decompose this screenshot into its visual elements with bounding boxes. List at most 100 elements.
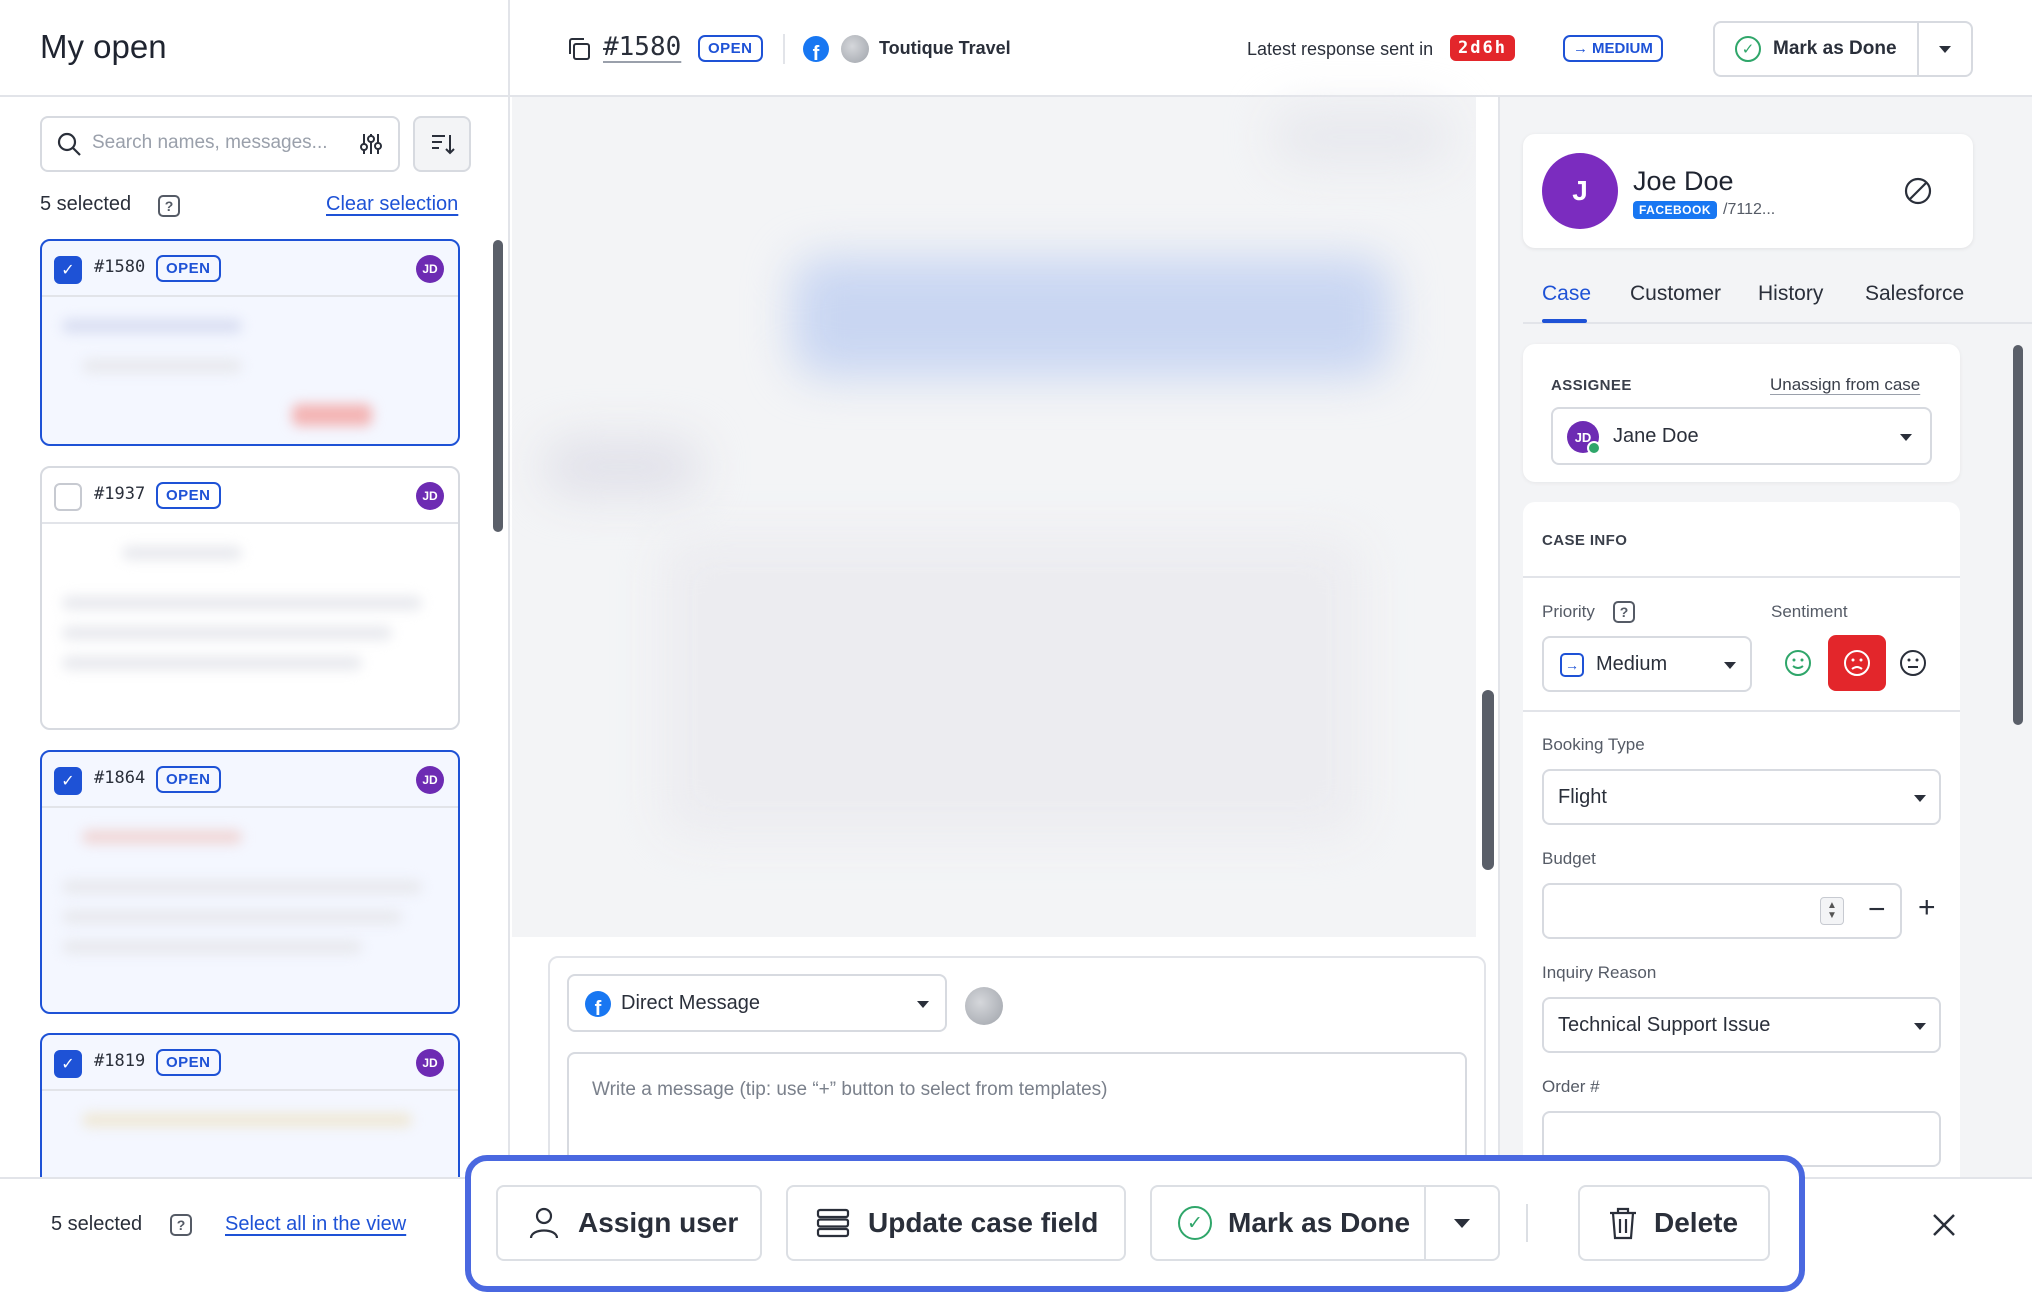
sentiment-positive-icon[interactable] bbox=[1783, 648, 1813, 683]
assign-user-label: Assign user bbox=[578, 1207, 739, 1238]
check-icon: ✓ bbox=[1735, 36, 1761, 62]
copy-icon[interactable] bbox=[566, 36, 592, 62]
section-divider bbox=[1523, 710, 1960, 712]
inquiry-reason-value: Technical Support Issue bbox=[1558, 1014, 1771, 1036]
case-checkbox[interactable]: ✓ bbox=[54, 256, 82, 284]
inquiry-reason-label: Inquiry Reason bbox=[1542, 963, 1657, 982]
selected-count: 5 selected bbox=[40, 193, 132, 215]
case-info-label: CASE INFO bbox=[1542, 532, 1628, 549]
inquiry-reason-select[interactable]: Technical Support Issue bbox=[1542, 997, 1941, 1053]
sort-button[interactable] bbox=[413, 116, 471, 172]
budget-input[interactable]: ▲ ▼ bbox=[1542, 883, 1902, 939]
sender-avatar[interactable] bbox=[965, 987, 1003, 1025]
booking-type-select[interactable]: Flight bbox=[1542, 769, 1941, 825]
tab-history[interactable]: History bbox=[1758, 282, 1823, 306]
priority-select[interactable]: → Medium bbox=[1542, 636, 1752, 692]
help-icon[interactable]: ? bbox=[158, 195, 180, 217]
search-placeholder: Search names, messages... bbox=[92, 132, 328, 153]
case-card[interactable]: ✓ #1580 OPEN JD bbox=[40, 239, 460, 446]
filter-icon[interactable] bbox=[358, 131, 384, 162]
priority-badge: → MEDIUM bbox=[1563, 35, 1663, 62]
latest-response-time: 2d6h bbox=[1450, 35, 1515, 61]
sentiment-label: Sentiment bbox=[1771, 602, 1848, 621]
case-card-status: OPEN bbox=[156, 255, 221, 282]
tab-salesforce[interactable]: Salesforce bbox=[1865, 282, 1964, 306]
priority-label: Priority bbox=[1542, 602, 1595, 621]
channel-select[interactable]: f Direct Message bbox=[567, 974, 947, 1032]
assignee-name: Jane Doe bbox=[1613, 425, 1699, 447]
assignee-avatar: JD bbox=[416, 766, 444, 794]
case-checkbox[interactable] bbox=[54, 483, 82, 511]
view-title: My open bbox=[40, 28, 167, 65]
clear-selection-link[interactable]: Clear selection bbox=[326, 193, 458, 216]
tab-case[interactable]: Case bbox=[1542, 282, 1591, 306]
header-divider-small bbox=[783, 34, 785, 64]
select-all-link[interactable]: Select all in the view bbox=[225, 1213, 406, 1236]
conversation-area bbox=[512, 97, 1478, 937]
message-bubble-blurred bbox=[792, 257, 1392, 377]
chevron-down-icon bbox=[1724, 662, 1736, 669]
bulk-mark-done-dropdown[interactable] bbox=[1426, 1187, 1498, 1259]
close-icon[interactable] bbox=[1930, 1211, 1958, 1244]
case-preview-blurred bbox=[42, 299, 458, 444]
case-id-link[interactable]: #1580 bbox=[603, 32, 681, 62]
case-preview-blurred bbox=[42, 526, 458, 728]
customer-source: FACEBOOK /7112... bbox=[1633, 201, 1775, 219]
chevron-down-icon bbox=[1939, 45, 1951, 53]
assign-user-button[interactable]: Assign user bbox=[496, 1185, 762, 1261]
update-case-field-button[interactable]: Update case field bbox=[786, 1185, 1126, 1261]
message-input[interactable] bbox=[567, 1052, 1467, 1172]
assignee-select[interactable]: JD Jane Doe bbox=[1551, 407, 1932, 465]
message-meta-blurred bbox=[1272, 107, 1452, 167]
budget-spinner[interactable]: ▲ ▼ bbox=[1820, 897, 1844, 925]
case-list-scrollbar[interactable] bbox=[493, 240, 503, 532]
help-icon[interactable]: ? bbox=[170, 1214, 192, 1236]
sentiment-negative-button[interactable] bbox=[1828, 635, 1886, 691]
decrement-button[interactable]: − bbox=[1868, 893, 1886, 927]
booking-type-label: Booking Type bbox=[1542, 735, 1645, 754]
tab-customer[interactable]: Customer bbox=[1630, 282, 1721, 306]
mark-done-dropdown[interactable] bbox=[1919, 23, 1971, 75]
help-icon[interactable]: ? bbox=[1613, 601, 1635, 623]
case-checkbox[interactable]: ✓ bbox=[54, 1050, 82, 1078]
priority-value: Medium bbox=[1596, 653, 1668, 675]
assignee-avatar: JD bbox=[416, 255, 444, 283]
customer-name: Joe Doe bbox=[1633, 166, 1734, 196]
unassign-link[interactable]: Unassign from case bbox=[1770, 375, 1920, 395]
bulk-mark-done-button[interactable]: ✓ Mark as Done bbox=[1152, 1187, 1424, 1259]
case-card[interactable]: ✓ #1864 OPEN JD bbox=[40, 750, 460, 1014]
chevron-down-icon bbox=[917, 1001, 929, 1008]
delete-button[interactable]: Delete bbox=[1578, 1185, 1770, 1261]
assignee-avatar: JD bbox=[416, 1049, 444, 1077]
sentiment-neutral-icon[interactable] bbox=[1898, 648, 1928, 683]
case-card-id: #1819 bbox=[94, 1051, 146, 1071]
booking-type-value: Flight bbox=[1558, 786, 1607, 808]
case-card-status: OPEN bbox=[156, 1049, 221, 1076]
priority-medium-icon: → bbox=[1560, 653, 1584, 677]
case-card-id: #1864 bbox=[94, 768, 146, 788]
block-icon[interactable] bbox=[1903, 176, 1933, 211]
details-scrollbar[interactable] bbox=[2013, 345, 2023, 725]
case-card[interactable]: ✓ #1819 OPEN JD bbox=[40, 1033, 460, 1193]
customer-avatar: J bbox=[1542, 153, 1618, 229]
trash-icon bbox=[1610, 1207, 1636, 1240]
case-card[interactable]: #1937 OPEN JD bbox=[40, 466, 460, 730]
sort-icon bbox=[432, 135, 455, 155]
conversation-scrollbar[interactable] bbox=[1482, 690, 1494, 870]
budget-label: Budget bbox=[1542, 849, 1596, 868]
chevron-down-icon bbox=[1914, 795, 1926, 802]
facebook-icon: f bbox=[803, 36, 829, 62]
chevron-down-icon bbox=[1914, 1023, 1926, 1030]
channel-select-label: Direct Message bbox=[621, 992, 760, 1014]
mark-done-label: Mark as Done bbox=[1773, 38, 1897, 59]
case-card-id: #1580 bbox=[94, 257, 146, 277]
section-divider bbox=[1523, 576, 1960, 578]
conversation-blurred bbox=[662, 537, 1362, 837]
user-icon bbox=[529, 1207, 559, 1239]
message-placeholder: Write a message (tip: use “+” button to … bbox=[592, 1079, 1108, 1100]
fields-icon bbox=[816, 1208, 850, 1238]
increment-button[interactable]: + bbox=[1918, 891, 1936, 925]
case-checkbox[interactable]: ✓ bbox=[54, 767, 82, 795]
mark-done-button[interactable]: ✓ Mark as Done bbox=[1715, 23, 1917, 75]
bulk-selected-count: 5 selected bbox=[51, 1213, 143, 1235]
